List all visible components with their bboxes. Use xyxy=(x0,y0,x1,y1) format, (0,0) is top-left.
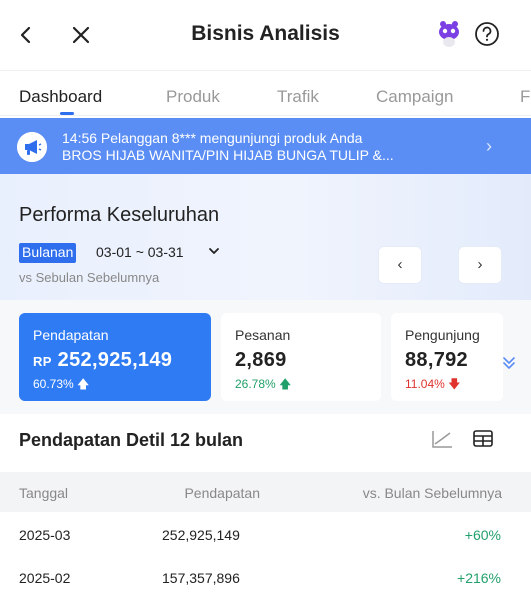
banner-line-1: 14:56 Pelanggan 8*** mengunjungi produk … xyxy=(62,130,363,146)
tab-campaign[interactable]: Campaign xyxy=(376,87,454,107)
metric-card-pendapatan[interactable]: Pendapatan RP 252,925,149 60.73% 🡅 xyxy=(19,313,211,401)
metric-cards: Pendapatan RP 252,925,149 60.73% 🡅 Pesana… xyxy=(0,300,531,414)
mascot-icon[interactable] xyxy=(437,20,461,48)
megaphone-icon xyxy=(17,132,47,162)
help-icon[interactable] xyxy=(474,21,500,47)
previous-period-button[interactable]: ‹ xyxy=(378,246,422,284)
row-change: +60% xyxy=(464,527,501,543)
metric-label: Pendapatan xyxy=(33,327,109,343)
row-date: 2025-03 xyxy=(19,527,71,543)
visitor-notification-banner[interactable]: 14:56 Pelanggan 8*** mengunjungi produk … xyxy=(0,118,531,174)
arrow-down-icon: 🡇 xyxy=(448,377,461,391)
column-header-tanggal: Tanggal xyxy=(19,485,69,501)
metric-value: RP 252,925,149 xyxy=(33,349,173,371)
banner-line-2: BROS HIJAB WANITA/PIN HIJAB BUNGA TULIP … xyxy=(62,147,394,163)
metric-label: Pengunjung xyxy=(405,327,480,343)
period-range[interactable]: 03-01 ~ 03-31 xyxy=(96,244,184,260)
row-revenue: 252,925,149 xyxy=(162,527,240,543)
comparison-label: vs Sebulan Sebelumnya xyxy=(19,270,160,285)
metric-value: 2,869 xyxy=(235,349,287,371)
table-header: Tanggal Pendapatan vs. Bulan Sebelumnya xyxy=(0,472,531,512)
tab-produk[interactable]: Produk xyxy=(166,87,220,107)
metric-card-pesanan[interactable]: Pesanan 2,869 26.78% 🡅 xyxy=(221,313,381,401)
arrow-up-icon: 🡅 xyxy=(77,377,90,391)
metric-change: 60.73% 🡅 xyxy=(33,377,90,391)
period-type-chip[interactable]: Bulanan xyxy=(19,243,77,263)
tab-bar: Dashboard Produk Trafik Campaign F xyxy=(0,70,531,116)
line-chart-icon[interactable] xyxy=(430,428,454,450)
metric-change: 26.78% 🡅 xyxy=(235,377,292,391)
metric-value: 88,792 xyxy=(405,349,468,371)
column-header-pendapatan: Pendapatan xyxy=(184,485,260,501)
detail-section-title: Pendapatan Detil 12 bulan xyxy=(19,430,244,450)
chevron-down-icon[interactable] xyxy=(207,244,221,258)
table-icon[interactable] xyxy=(472,428,494,450)
performance-section: Performa Keseluruhan Bulanan 03-01 ~ 03-… xyxy=(0,174,531,300)
table-row: 2025-03 252,925,149 +60% xyxy=(0,514,531,556)
row-revenue: 157,357,896 xyxy=(162,570,240,586)
double-chevron-down-icon[interactable] xyxy=(500,352,518,374)
top-bar: Bisnis Analisis xyxy=(0,0,531,70)
chevron-right-icon: › xyxy=(477,256,483,273)
chevron-left-icon: ‹ xyxy=(397,256,403,273)
row-date: 2025-02 xyxy=(19,570,71,586)
performance-title: Performa Keseluruhan xyxy=(19,204,220,226)
arrow-up-icon: 🡅 xyxy=(279,377,292,391)
currency-label: RP xyxy=(33,354,52,369)
column-header-change: vs. Bulan Sebelumnya xyxy=(362,485,502,501)
tab-dashboard[interactable]: Dashboard xyxy=(19,87,102,107)
tab-trafik[interactable]: Trafik xyxy=(277,87,319,107)
row-change: +216% xyxy=(457,570,501,586)
chevron-right-icon: › xyxy=(486,136,492,156)
table-row: 2025-02 157,357,896 +216% xyxy=(0,557,531,599)
tab-active-indicator xyxy=(60,112,74,115)
metric-label: Pesanan xyxy=(235,327,291,343)
next-period-button[interactable]: › xyxy=(458,246,502,284)
tab-overflow[interactable]: F xyxy=(520,87,530,107)
metric-card-pengunjung[interactable]: Pengunjung 88,792 11.04% 🡇 xyxy=(391,313,503,401)
metric-change: 11.04% 🡇 xyxy=(405,377,461,391)
